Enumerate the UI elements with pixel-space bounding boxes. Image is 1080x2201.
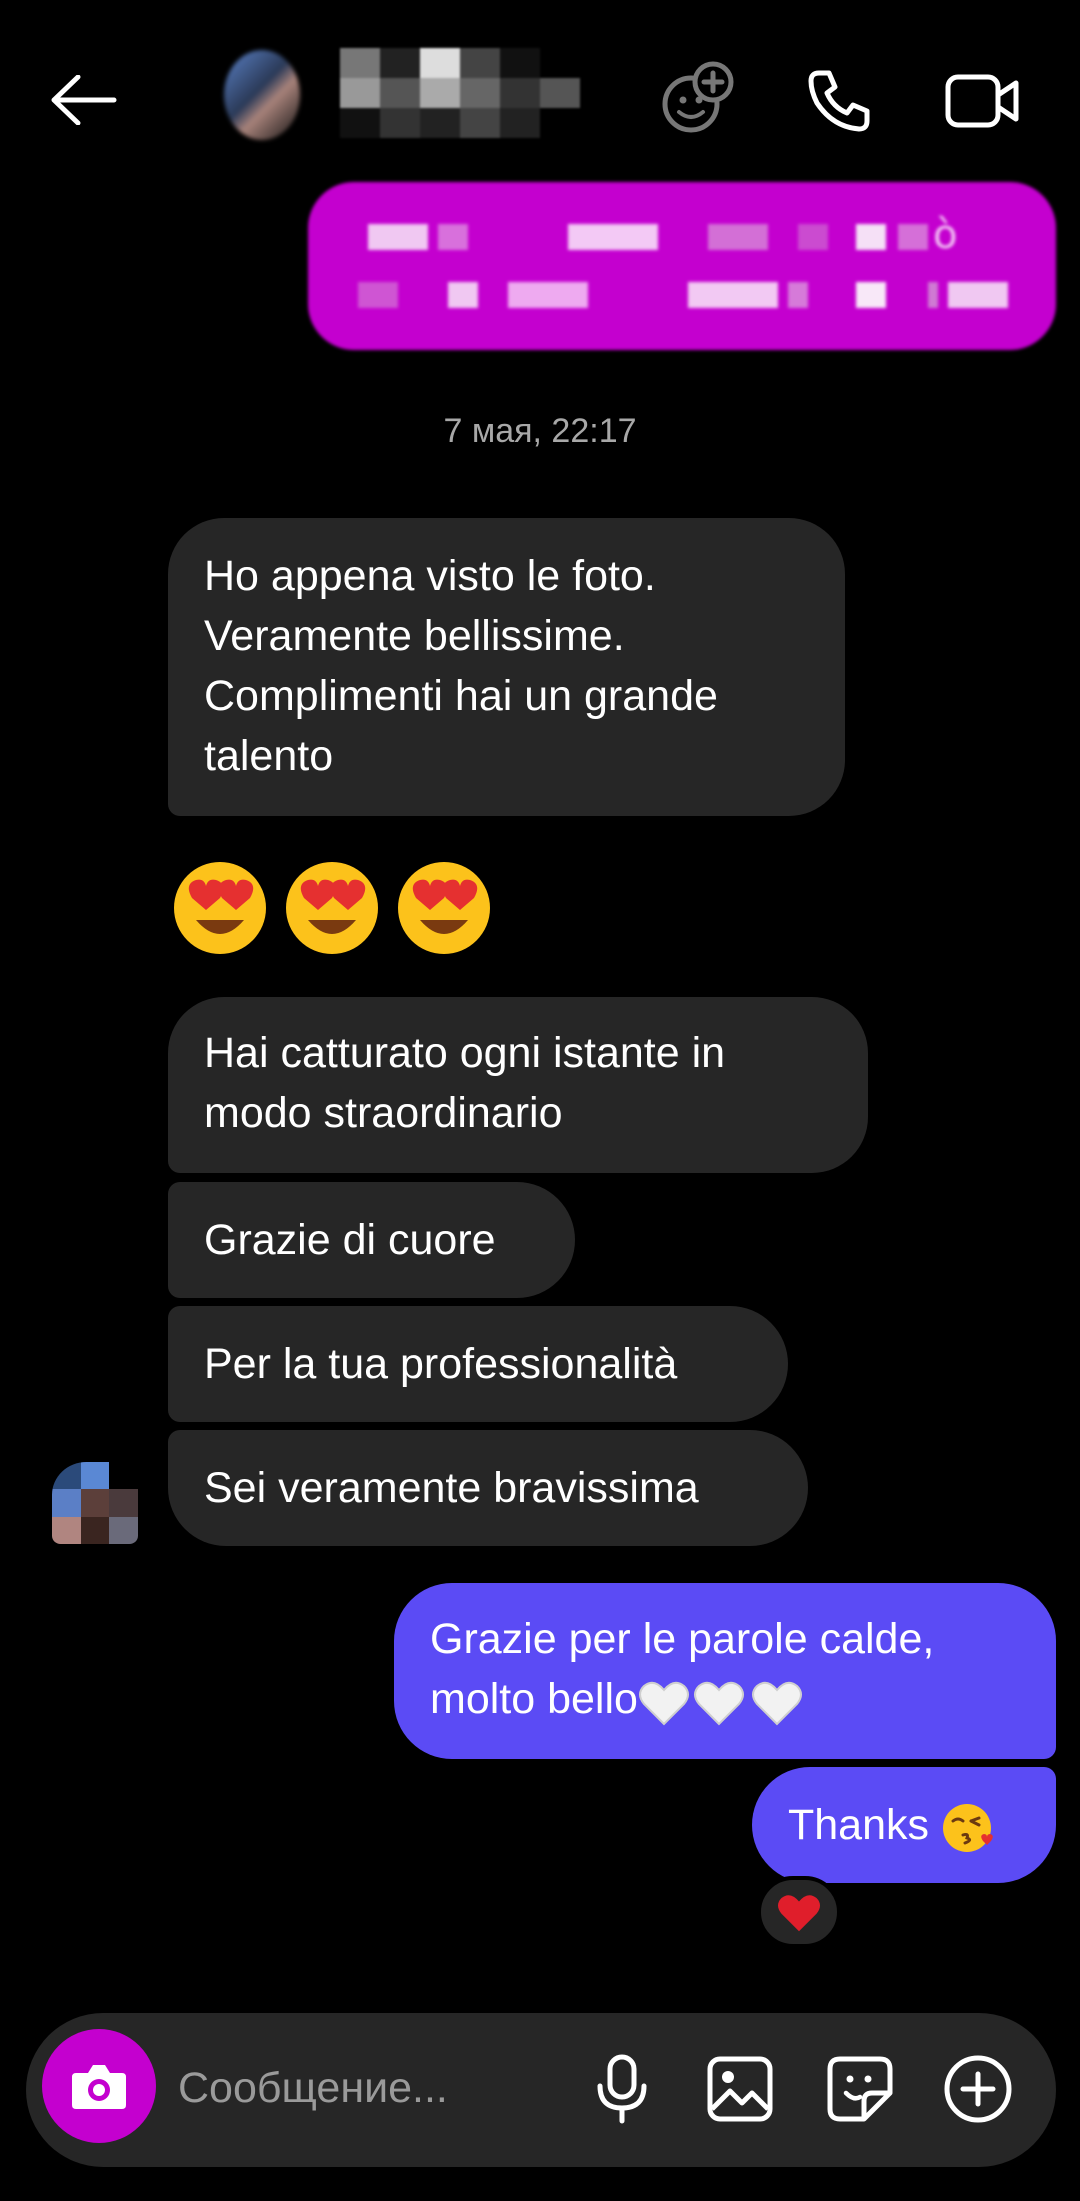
white-heart-emoji <box>693 1681 744 1726</box>
heart-eyes-emoji <box>174 862 266 954</box>
message-text: Sei veramente bravissima <box>204 1464 699 1512</box>
message-text: Per la tua professionalità <box>204 1340 678 1388</box>
received-message[interactable]: Sei veramente bravissima <box>168 1430 808 1546</box>
add-people-icon <box>662 61 734 133</box>
sender-avatar[interactable] <box>52 1462 138 1544</box>
message-text: Ho appena visto le foto. Veramente belli… <box>204 552 718 780</box>
back-button[interactable] <box>40 62 126 138</box>
microphone-icon <box>597 2054 647 2124</box>
more-options-button[interactable] <box>938 2049 1018 2129</box>
camera-icon <box>72 2065 126 2109</box>
received-message[interactable]: Grazie di cuore <box>168 1182 575 1298</box>
chat-screen: ò 7 мая, 22:17 Ho appena visto le foto. … <box>0 0 1080 2201</box>
redacted-sent-message[interactable]: ò <box>308 182 1056 350</box>
emoji-message[interactable] <box>170 858 494 958</box>
message-text: Hai catturato ogni istante in modo strao… <box>204 1029 726 1137</box>
gallery-button[interactable] <box>700 2049 780 2129</box>
arrow-left-icon <box>51 75 117 125</box>
kissing-face-emoji <box>942 1803 993 1852</box>
plus-circle-icon <box>944 2055 1012 2123</box>
video-call-button[interactable] <box>942 62 1022 140</box>
message-composer <box>26 2013 1056 2167</box>
message-text: Thanks <box>788 1801 930 1849</box>
sticker-button[interactable] <box>820 2049 900 2129</box>
camera-button[interactable] <box>42 2029 156 2143</box>
message-reaction[interactable] <box>757 1876 841 1948</box>
white-heart-emoji <box>751 1681 802 1726</box>
received-message[interactable]: Ho appena visto le foto. Veramente belli… <box>168 518 845 816</box>
received-message[interactable]: Hai catturato ogni istante in modo strao… <box>168 997 868 1173</box>
heart-eyes-emoji <box>286 862 378 954</box>
chat-header <box>0 0 1080 185</box>
contact-name[interactable] <box>340 48 580 138</box>
sent-message[interactable]: Thanks <box>752 1767 1056 1883</box>
video-camera-icon <box>945 74 1019 128</box>
image-icon <box>707 2056 773 2122</box>
white-heart-emoji <box>638 1681 689 1726</box>
message-text: Grazie di cuore <box>204 1216 496 1264</box>
contact-avatar[interactable] <box>224 50 300 140</box>
message-input[interactable] <box>178 2053 558 2123</box>
phone-icon <box>808 70 870 132</box>
heart-eyes-emoji <box>398 862 490 954</box>
red-heart-emoji <box>778 1895 820 1932</box>
voice-message-button[interactable] <box>582 2049 662 2129</box>
message-timestamp: 7 мая, 22:17 <box>443 412 637 450</box>
received-message[interactable]: Per la tua professionalità <box>168 1306 788 1422</box>
sticker-icon <box>827 2056 893 2122</box>
redacted-char: ò <box>933 212 958 258</box>
call-button[interactable] <box>800 62 878 140</box>
add-people-button[interactable] <box>655 58 737 140</box>
sent-message[interactable]: Grazie per le parole calde, molto bello <box>394 1583 1056 1759</box>
